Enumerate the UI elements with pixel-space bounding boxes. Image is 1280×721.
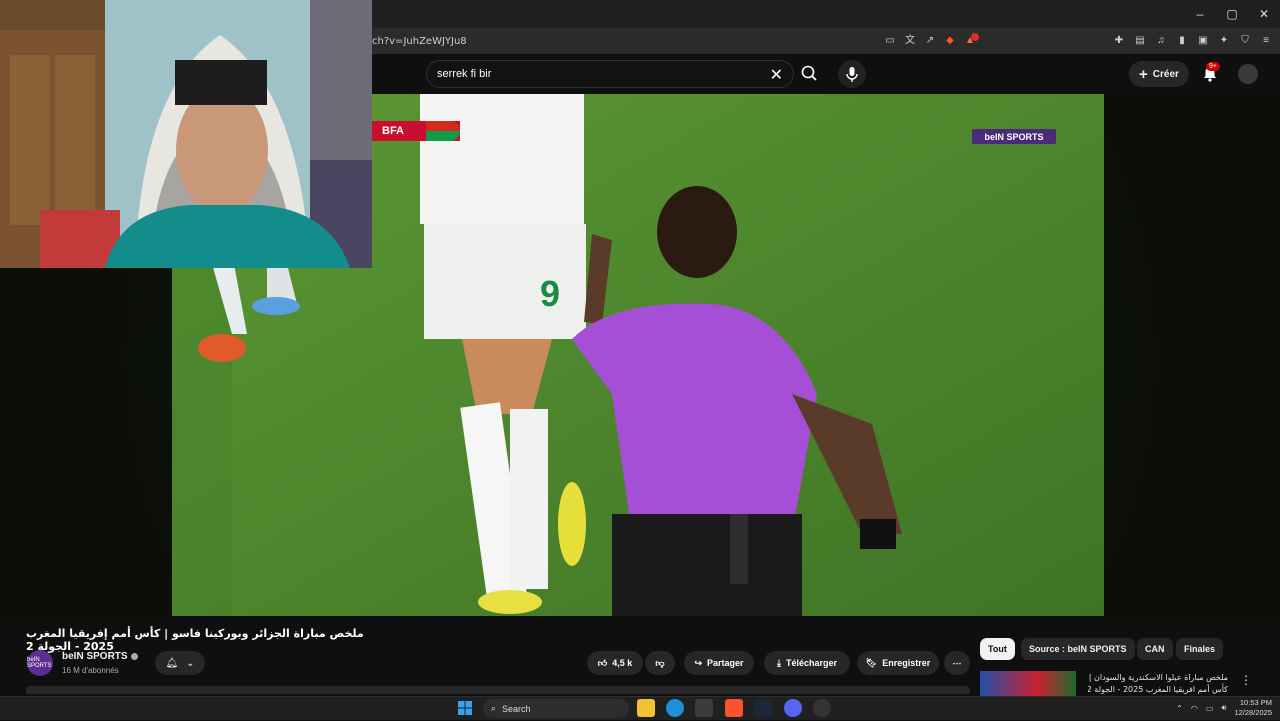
- windows-logo-icon: [458, 701, 472, 715]
- clock-date: 12/28/2025: [1234, 708, 1272, 717]
- voice-search-button[interactable]: [838, 60, 866, 88]
- taskbar-search[interactable]: ⌕ Search: [483, 699, 629, 718]
- recommendation-title-line1: ملخص مباراة عيلوا الاسكندرية والسودان |: [1088, 673, 1228, 682]
- save-button[interactable]: 🔖︎ Enregistrer: [857, 651, 939, 675]
- subscriber-count: 16 M d'abonnés: [62, 666, 119, 675]
- search-button[interactable]: [796, 60, 824, 88]
- minimize-button[interactable]: –: [1184, 7, 1216, 21]
- notification-badge: 9+: [1206, 62, 1220, 71]
- discord-icon[interactable]: [784, 699, 802, 717]
- clock[interactable]: 10:53 PM 12/28/2025: [1234, 698, 1272, 718]
- subscription-bell-button[interactable]: 🔔︎ ⌄: [155, 651, 205, 675]
- system-tray: ⌃ ◠ ▭ 🔊︎ 10:53 PM 12/28/2025: [1176, 696, 1272, 720]
- more-icon: ⋯: [952, 657, 962, 668]
- search-icon: [801, 65, 817, 81]
- svg-text:9: 9: [540, 273, 560, 314]
- description-box[interactable]: [26, 686, 970, 694]
- create-button[interactable]: + Créer: [1129, 61, 1189, 87]
- browser-toolbar: ✚ ▤ ♫ ▮ ▣ ✦ ⛉ ≡: [1113, 28, 1272, 54]
- bookmark-icon: 🔖︎: [865, 657, 878, 668]
- taskbar-search-label: Search: [502, 703, 531, 714]
- video-title: ملخص مباراة الجزائر وبوركينا فاسو | كأس …: [26, 627, 364, 653]
- bell-icon: 🔔︎: [165, 657, 179, 669]
- close-window-button[interactable]: ✕: [1248, 7, 1280, 21]
- recommendation-title-line2: كأس أمم افريقيا المغرب 2025 - الجولة 2: [1088, 685, 1228, 694]
- broadcaster-logo: beIN SPORTS: [972, 129, 1056, 144]
- cast-icon[interactable]: ▭: [884, 35, 896, 47]
- recommendation-title[interactable]: ملخص مباراة عيلوا الاسكندرية والسودان | …: [1088, 672, 1228, 696]
- extensions-icon[interactable]: ✚: [1113, 35, 1125, 47]
- music-icon[interactable]: ♫: [1155, 35, 1167, 47]
- account-avatar[interactable]: [1238, 64, 1258, 84]
- address-bar-actions: ▭ 文 ↗ ◆ ▲: [884, 28, 979, 54]
- edge-icon[interactable]: [666, 699, 684, 717]
- start-button[interactable]: [457, 700, 473, 716]
- vpn-icon[interactable]: ⛉: [1239, 35, 1251, 47]
- brave-icon[interactable]: [725, 699, 743, 717]
- url-text[interactable]: ch?v=JuhZeWJYJu8: [372, 36, 467, 47]
- download-icon: ⤓: [776, 657, 781, 668]
- streamer-face: [0, 30, 372, 268]
- volume-icon[interactable]: 🔊︎: [1221, 703, 1226, 713]
- chevron-down-icon: ⌄: [186, 657, 195, 669]
- search-input[interactable]: serrek fi bir ✕: [426, 60, 794, 88]
- wifi-icon[interactable]: ◠: [1191, 704, 1198, 713]
- like-button[interactable]: 👍︎ 4,5 k: [587, 651, 643, 675]
- thumbs-down-icon: 👎︎: [655, 657, 665, 668]
- verified-icon: [131, 653, 138, 660]
- obs-icon[interactable]: [813, 699, 831, 717]
- wallet-icon[interactable]: ▣: [1197, 35, 1209, 47]
- create-label: Créer: [1152, 68, 1179, 80]
- clear-search-icon[interactable]: ✕: [770, 65, 783, 85]
- maximize-button[interactable]: ▢: [1216, 7, 1248, 21]
- share-page-icon[interactable]: ↗: [924, 35, 936, 47]
- burkina-flag-icon: [426, 121, 460, 141]
- dislike-button[interactable]: 👎︎: [645, 651, 675, 675]
- share-icon: ↪: [694, 657, 702, 668]
- team-code: BFA: [382, 125, 404, 137]
- share-label: Partager: [707, 658, 744, 668]
- search-icon: ⌕: [491, 703, 497, 713]
- channel-avatar-label: beIN SPORTS: [27, 657, 52, 669]
- channel-avatar[interactable]: beIN SPORTS: [27, 650, 53, 676]
- webcam-overlay: [0, 0, 372, 268]
- recommendation-thumbnail[interactable]: [980, 671, 1076, 696]
- download-label: Télécharger: [785, 658, 837, 668]
- recommendation-menu-icon[interactable]: ⋮: [1240, 673, 1252, 687]
- download-button[interactable]: ⤓ Télécharger: [764, 651, 850, 675]
- chip-all[interactable]: Tout: [980, 638, 1015, 660]
- rewards-icon[interactable]: ▲: [964, 33, 979, 47]
- channel-name[interactable]: beIN SPORTS: [62, 651, 128, 662]
- microphone-icon: [846, 67, 858, 82]
- menu-icon[interactable]: ≡: [1260, 35, 1272, 47]
- store-icon[interactable]: [695, 699, 713, 717]
- leo-icon[interactable]: ✦: [1218, 35, 1230, 47]
- clock-time: 10:53 PM: [1239, 698, 1272, 707]
- translate-icon[interactable]: 文: [904, 35, 916, 47]
- share-button[interactable]: ↪ Partager: [684, 651, 754, 675]
- address-bar[interactable]: ch?v=JuhZeWJYJu8 ▭ 文 ↗ ◆ ▲ ✚ ▤ ♫ ▮ ▣ ✦ ⛉…: [372, 28, 1280, 54]
- save-label: Enregistrer: [882, 658, 931, 668]
- plus-icon: +: [1139, 65, 1148, 83]
- reader-icon[interactable]: ▤: [1134, 35, 1146, 47]
- sidebar-icon[interactable]: ▮: [1176, 35, 1188, 47]
- chip-finales[interactable]: Finales: [1176, 638, 1224, 660]
- window-controls: – ▢ ✕: [1184, 0, 1280, 28]
- chevron-up-icon[interactable]: ⌃: [1176, 704, 1183, 713]
- steam-icon[interactable]: [754, 699, 772, 717]
- like-count: 4,5 k: [612, 658, 633, 668]
- chip-can[interactable]: CAN: [1137, 638, 1173, 660]
- more-actions-button[interactable]: ⋯: [944, 651, 970, 675]
- chip-source[interactable]: Source : beIN SPORTS: [1021, 638, 1135, 660]
- monitor-icon[interactable]: ▭: [1206, 704, 1214, 713]
- score-tag: BFA: [372, 121, 460, 141]
- youtube-header: serrek fi bir ✕ + Créer 9+: [372, 54, 1280, 94]
- file-explorer-icon[interactable]: [637, 699, 655, 717]
- thumbs-up-icon: 👍︎: [597, 657, 608, 668]
- search-query[interactable]: serrek fi bir: [437, 68, 491, 80]
- brave-shield-icon[interactable]: ◆: [944, 35, 956, 47]
